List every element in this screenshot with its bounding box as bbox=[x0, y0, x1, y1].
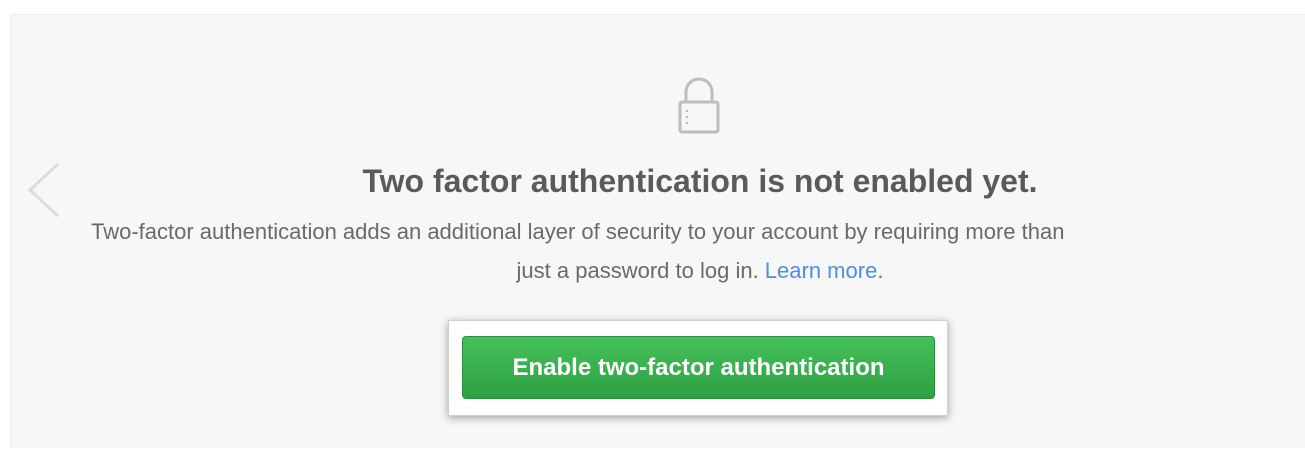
description-period: . bbox=[877, 258, 884, 283]
page: Two factor authentication is not enabled… bbox=[0, 0, 1305, 451]
description-line-2: just a password to log in. Learn more. bbox=[0, 258, 1305, 284]
learn-more-link[interactable]: Learn more bbox=[765, 258, 878, 283]
description-line-1: Two-factor authentication adds an additi… bbox=[91, 219, 1065, 244]
lock-icon bbox=[678, 77, 720, 134]
page-title: Two factor authentication is not enabled… bbox=[362, 163, 1038, 199]
description-line-2-text: just a password to log in. bbox=[516, 258, 765, 283]
enable-two-factor-button[interactable]: Enable two-factor authentication bbox=[462, 336, 935, 399]
title-wrap: Two factor authentication is not enabled… bbox=[0, 163, 1305, 200]
